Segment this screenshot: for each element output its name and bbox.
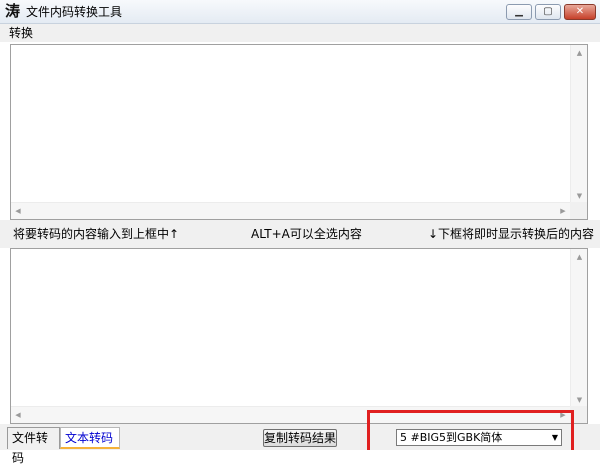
menu-bar: 转换 [0,24,600,42]
window-title: 文件内码转换工具 [26,5,123,19]
maximize-icon: ▢ [543,6,553,17]
input-vertical-scrollbar[interactable]: ▲ ▼ [570,45,587,204]
hint-select-all: ALT+A可以全选内容 [251,227,362,241]
tab-text-convert[interactable]: 文本转码 [60,427,120,449]
scroll-up-arrow-icon[interactable]: ▲ [571,253,588,261]
conversion-mode-select[interactable]: 5 #BIG5到GBK简体 ▼ [396,429,562,446]
conversion-mode-value: 5 #BIG5到GBK简体 [400,431,503,444]
hint-bar: 将要转码的内容输入到上框中↑ ALT+A可以全选内容 ↓下框将即时显示转换后的内… [0,220,600,248]
title-bar: 涛 文件内码转换工具 ▁ ▢ ✕ [0,0,600,24]
minimize-icon: ▁ [515,6,523,17]
input-textarea[interactable]: ▲ ▼ ◀ ▶ [10,44,588,220]
output-vertical-scrollbar[interactable]: ▲ ▼ [570,249,587,408]
close-button[interactable]: ✕ [564,4,596,20]
scroll-down-arrow-icon[interactable]: ▼ [571,396,588,404]
maximize-button[interactable]: ▢ [535,4,561,20]
minimize-button[interactable]: ▁ [506,4,532,20]
close-icon: ✕ [575,6,585,17]
scroll-left-arrow-icon[interactable]: ◀ [13,411,23,419]
app-icon: 涛 [5,2,21,20]
scroll-up-arrow-icon[interactable]: ▲ [571,49,588,57]
scroll-down-arrow-icon[interactable]: ▼ [571,192,588,200]
input-horizontal-scrollbar[interactable]: ◀ ▶ [11,202,570,219]
scroll-left-arrow-icon[interactable]: ◀ [13,207,23,215]
copy-result-button[interactable]: 复制转码结果 [263,429,337,447]
hint-input-above: 将要转码的内容输入到上框中↑ [13,227,180,241]
menu-item-convert[interactable]: 转换 [9,26,33,40]
tab-file-convert[interactable]: 文件转码 [7,427,60,465]
scroll-corner [570,202,587,219]
hint-output-below: ↓下框将即时显示转换后的内容 [428,227,595,241]
scroll-right-arrow-icon[interactable]: ▶ [558,207,568,215]
chevron-down-icon[interactable]: ▼ [552,430,558,445]
dropdown-list-peek [398,446,478,450]
output-textarea[interactable]: ▲ ▼ ◀ ▶ [10,248,588,424]
